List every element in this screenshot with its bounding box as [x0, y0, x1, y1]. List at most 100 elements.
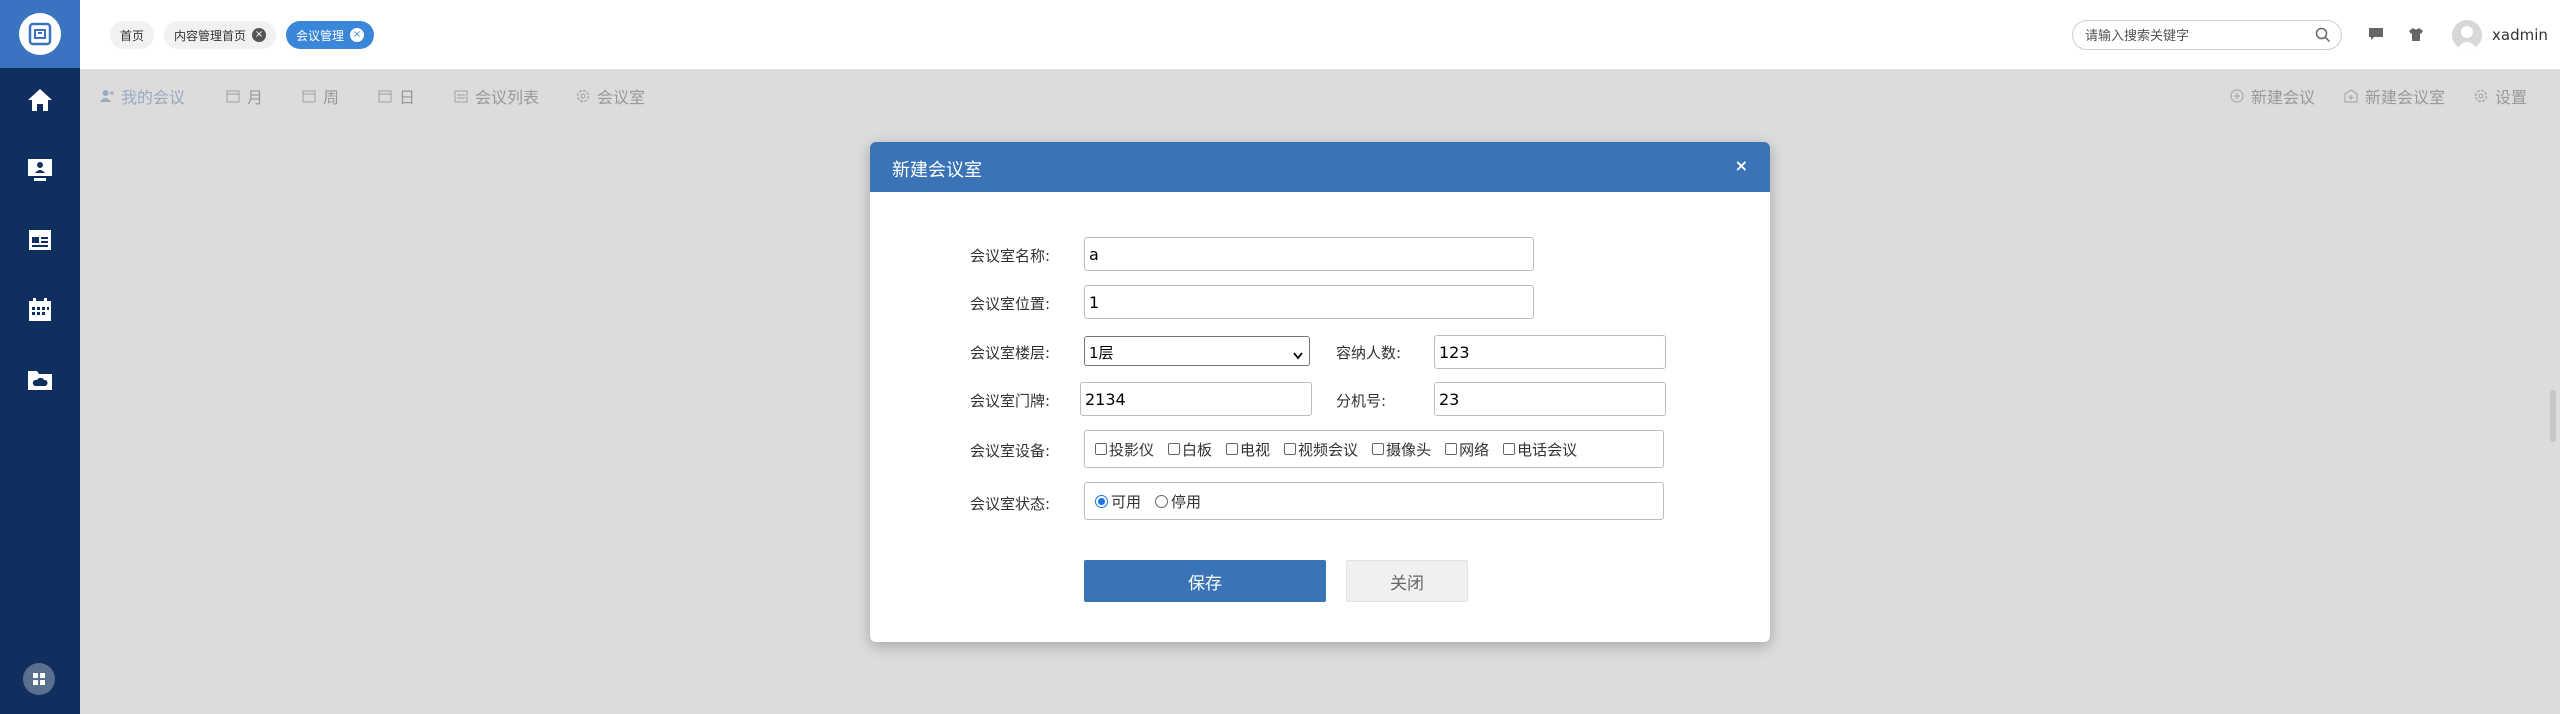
calendar-icon	[302, 89, 316, 103]
search-input[interactable]	[2085, 27, 2305, 45]
search-icon[interactable]	[2315, 27, 2331, 47]
gear-icon	[2474, 89, 2488, 103]
room-floor-label: 会议室楼层:	[970, 344, 1051, 362]
nav-label: 周	[323, 88, 340, 107]
monitor-user-icon[interactable]	[24, 154, 56, 186]
nav-label: 新建会议室	[2365, 88, 2446, 107]
home-icon[interactable]	[24, 84, 56, 116]
user-icon	[100, 89, 114, 103]
tab-content-management[interactable]: 内容管理首页 ×	[164, 21, 277, 49]
checkbox[interactable]	[1226, 443, 1239, 455]
plus-circle-icon	[2230, 89, 2244, 103]
top-bar: 首页 内容管理首页 × 会议管理 × xadmin	[80, 0, 2560, 70]
checkbox[interactable]	[1168, 443, 1181, 455]
status-disabled[interactable]: 停用	[1155, 491, 1201, 512]
list-icon	[454, 89, 468, 103]
dialog-title: 新建会议室	[892, 160, 982, 181]
nav-label: 日	[399, 88, 416, 107]
calendar-icon	[378, 89, 392, 103]
checkbox[interactable]	[1503, 443, 1516, 455]
radio-button[interactable]	[1155, 494, 1169, 508]
room-floor-select[interactable]: 1层	[1084, 336, 1310, 366]
equipment-video-conference[interactable]: 视频会议	[1284, 439, 1358, 460]
room-location-input[interactable]	[1085, 286, 1533, 318]
room-door-field	[1080, 382, 1312, 416]
gear-icon	[576, 89, 590, 103]
new-meeting-room-dialog: 新建会议室 × 会议室名称: 会议室位置: 会议室楼层: 1层 容纳人数: 会议…	[870, 142, 1770, 642]
close-icon[interactable]: ×	[350, 28, 365, 42]
close-button[interactable]: 关闭	[1346, 560, 1468, 602]
sidebar	[0, 0, 80, 714]
equipment-label-text: 投影仪	[1109, 440, 1155, 459]
equipment-label-text: 白板	[1182, 440, 1213, 459]
equipment-tv[interactable]: 电视	[1226, 439, 1270, 460]
checkbox[interactable]	[1372, 443, 1385, 455]
equipment-label-text: 网络	[1459, 440, 1490, 459]
room-floor-value: 1层	[1089, 344, 1114, 362]
search-box	[2072, 20, 2342, 50]
status-option-text: 可用	[1111, 492, 1142, 511]
tab-label: 内容管理首页	[174, 28, 247, 43]
capacity-input[interactable]	[1435, 336, 1665, 368]
room-name-input[interactable]	[1085, 238, 1533, 270]
nav-month[interactable]: 月	[226, 84, 263, 108]
extension-input[interactable]	[1435, 383, 1665, 415]
calendar-icon	[226, 89, 240, 103]
checkbox[interactable]	[1095, 443, 1107, 455]
equipment-projector[interactable]: 投影仪	[1095, 439, 1154, 460]
nav-label: 月	[247, 88, 264, 107]
avatar[interactable]	[2452, 20, 2482, 50]
tab-label: 首页	[120, 28, 145, 43]
dialog-header: 新建会议室 ×	[870, 142, 1770, 192]
equipment-whiteboard[interactable]: 白板	[1168, 439, 1212, 460]
room-name-field	[1084, 237, 1534, 271]
nav-my-meetings[interactable]: 我的会议	[100, 84, 185, 108]
equipment-label-text: 视频会议	[1298, 440, 1359, 459]
checkbox[interactable]	[1284, 443, 1297, 455]
message-icon[interactable]	[2366, 24, 2386, 44]
nav-label: 我的会议	[121, 88, 186, 107]
checkbox[interactable]	[1445, 443, 1458, 455]
nav-week[interactable]: 周	[302, 84, 339, 108]
page-scrollbar[interactable]	[2550, 390, 2556, 442]
app-logo-icon	[19, 13, 61, 55]
capacity-field	[1434, 335, 1666, 369]
user-name[interactable]: xadmin	[2492, 26, 2548, 44]
equipment-label-text: 电视	[1240, 440, 1271, 459]
close-icon[interactable]: ×	[1735, 156, 1748, 175]
equipment-phone-conference[interactable]: 电话会议	[1503, 439, 1577, 460]
nav-new-meeting-room[interactable]: 新建会议室	[2344, 84, 2445, 108]
nav-meeting-list[interactable]: 会议列表	[454, 84, 539, 108]
tab-home[interactable]: 首页	[110, 21, 155, 49]
save-button[interactable]: 保存	[1084, 560, 1326, 602]
equipment-camera[interactable]: 摄像头	[1372, 439, 1431, 460]
radio-button[interactable]	[1095, 494, 1108, 508]
logo-area[interactable]	[0, 0, 80, 68]
news-icon[interactable]	[24, 224, 56, 256]
nav-settings[interactable]: 设置	[2474, 84, 2527, 108]
nav-label: 会议室	[597, 88, 646, 107]
capacity-label: 容纳人数:	[1336, 344, 1402, 362]
cloud-folder-icon[interactable]	[24, 364, 56, 396]
room-door-input[interactable]	[1081, 383, 1311, 415]
equipment-label-text: 摄像头	[1386, 440, 1432, 459]
tab-label: 会议管理	[296, 28, 345, 43]
nav-day[interactable]: 日	[378, 84, 415, 108]
calendar-icon[interactable]	[24, 294, 56, 326]
nav-label: 新建会议	[2251, 88, 2316, 107]
shirt-icon[interactable]	[2406, 24, 2426, 44]
status-group: 可用 停用	[1084, 482, 1664, 520]
nav-label: 设置	[2495, 88, 2528, 107]
close-icon[interactable]: ×	[252, 28, 267, 42]
building-icon	[2344, 89, 2358, 103]
status-option-text: 停用	[1171, 492, 1202, 511]
nav-new-meeting[interactable]: 新建会议	[2230, 84, 2315, 108]
meeting-nav: 我的会议 月 周 日 会议列表 会议室 新建会议 新建会议室 设置	[80, 76, 2560, 116]
equipment-network[interactable]: 网络	[1445, 439, 1489, 460]
tab-meeting-management[interactable]: 会议管理 ×	[286, 21, 375, 49]
status-label: 会议室状态:	[970, 495, 1051, 513]
grid-apps-icon[interactable]	[23, 663, 55, 695]
nav-meeting-rooms[interactable]: 会议室	[576, 84, 645, 108]
status-available[interactable]: 可用	[1095, 491, 1141, 512]
equipment-label: 会议室设备:	[970, 442, 1051, 460]
